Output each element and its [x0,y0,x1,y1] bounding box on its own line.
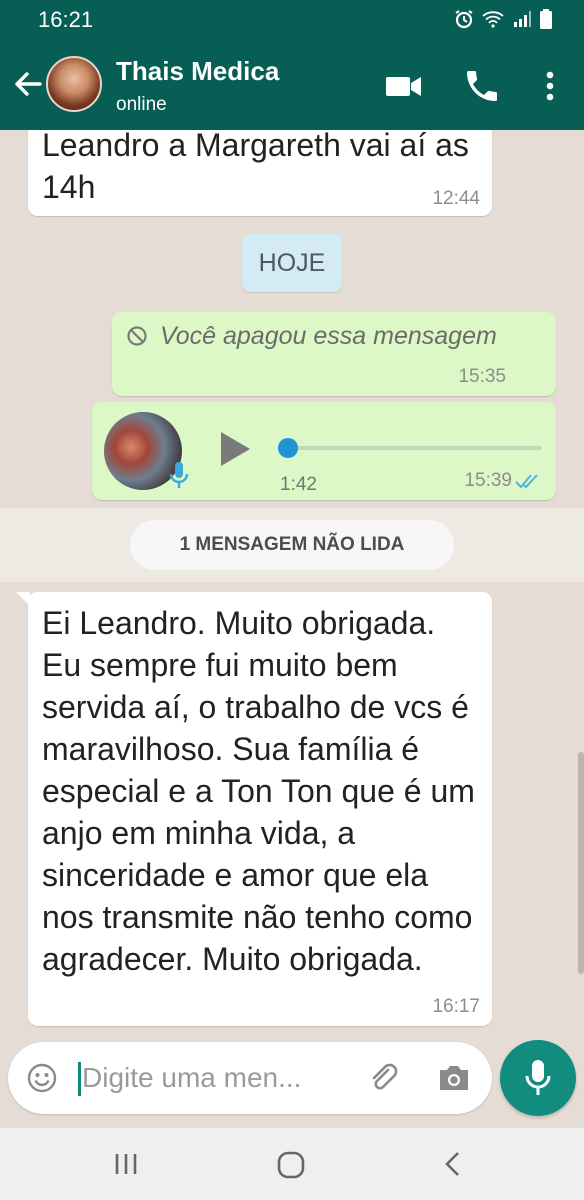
status-bar: 16:21 [0,0,584,40]
message-time: 12:44 [432,188,480,209]
avatar[interactable] [46,56,102,112]
double-check-icon [514,472,542,490]
contact-name[interactable]: Thais Medica [116,56,279,87]
deleted-message-text: Você apagou essa mensagem [160,322,497,350]
more-vert-icon[interactable] [530,66,570,106]
status-time: 16:21 [38,7,94,32]
phone-icon[interactable] [462,66,502,106]
scrollbar[interactable] [578,752,584,974]
message-bubble-incoming[interactable]: Leandro a Margareth vai aí as 14h 12:44 [28,130,492,216]
unread-divider-label: 1 MENSAGEM NÃO LIDA [130,520,454,570]
microphone-icon [525,1060,551,1095]
back-arrow-icon[interactable] [10,64,46,104]
battery-icon [540,9,552,34]
message-bubble-deleted[interactable]: Você apagou essa mensagem 15:35 [112,312,556,396]
message-time: 16:17 [432,996,480,1017]
wifi-icon [482,10,504,33]
voice-duration: 1:42 [280,474,317,495]
back-icon[interactable] [440,1150,468,1178]
alarm-icon [454,9,474,34]
camera-icon[interactable] [436,1062,472,1094]
voice-message-bubble[interactable]: 1:42 15:39 [92,402,556,500]
microphone-icon [168,460,190,490]
voice-record-button[interactable] [500,1040,576,1116]
status-icons [454,9,552,34]
emoji-icon[interactable] [26,1062,58,1094]
unread-divider: 1 MENSAGEM NÃO LIDA [0,508,584,582]
chat-messages[interactable]: Leandro a Margareth vai aí as 14h 12:44 … [0,130,584,1040]
audio-seek-handle[interactable] [278,438,298,458]
audio-progress-track[interactable] [288,446,542,450]
blocked-icon [126,325,148,347]
chat-header: Thais Medica online [0,40,584,130]
signal-icon [512,10,532,33]
video-call-icon[interactable] [384,66,424,106]
message-text: Ei Leandro. Muito obrigada. Eu sempre fu… [42,605,475,977]
message-time: 15:39 [464,470,512,491]
recent-apps-icon[interactable] [112,1150,140,1178]
system-nav-bar [0,1128,584,1200]
play-icon[interactable] [218,430,252,468]
paperclip-icon[interactable] [366,1060,402,1096]
message-composer[interactable]: Digite uma men... [8,1042,492,1114]
message-time: 15:35 [458,366,506,387]
text-cursor [78,1062,81,1096]
date-divider: HOJE [242,234,342,292]
message-text: Leandro a Margareth vai aí as 14h [42,130,469,205]
message-input[interactable]: Digite uma men... [82,1062,301,1094]
home-icon[interactable] [276,1150,306,1180]
message-bubble-incoming[interactable]: Ei Leandro. Muito obrigada. Eu sempre fu… [16,592,492,1026]
contact-status: online [116,94,167,115]
bubble-tail [16,592,30,606]
